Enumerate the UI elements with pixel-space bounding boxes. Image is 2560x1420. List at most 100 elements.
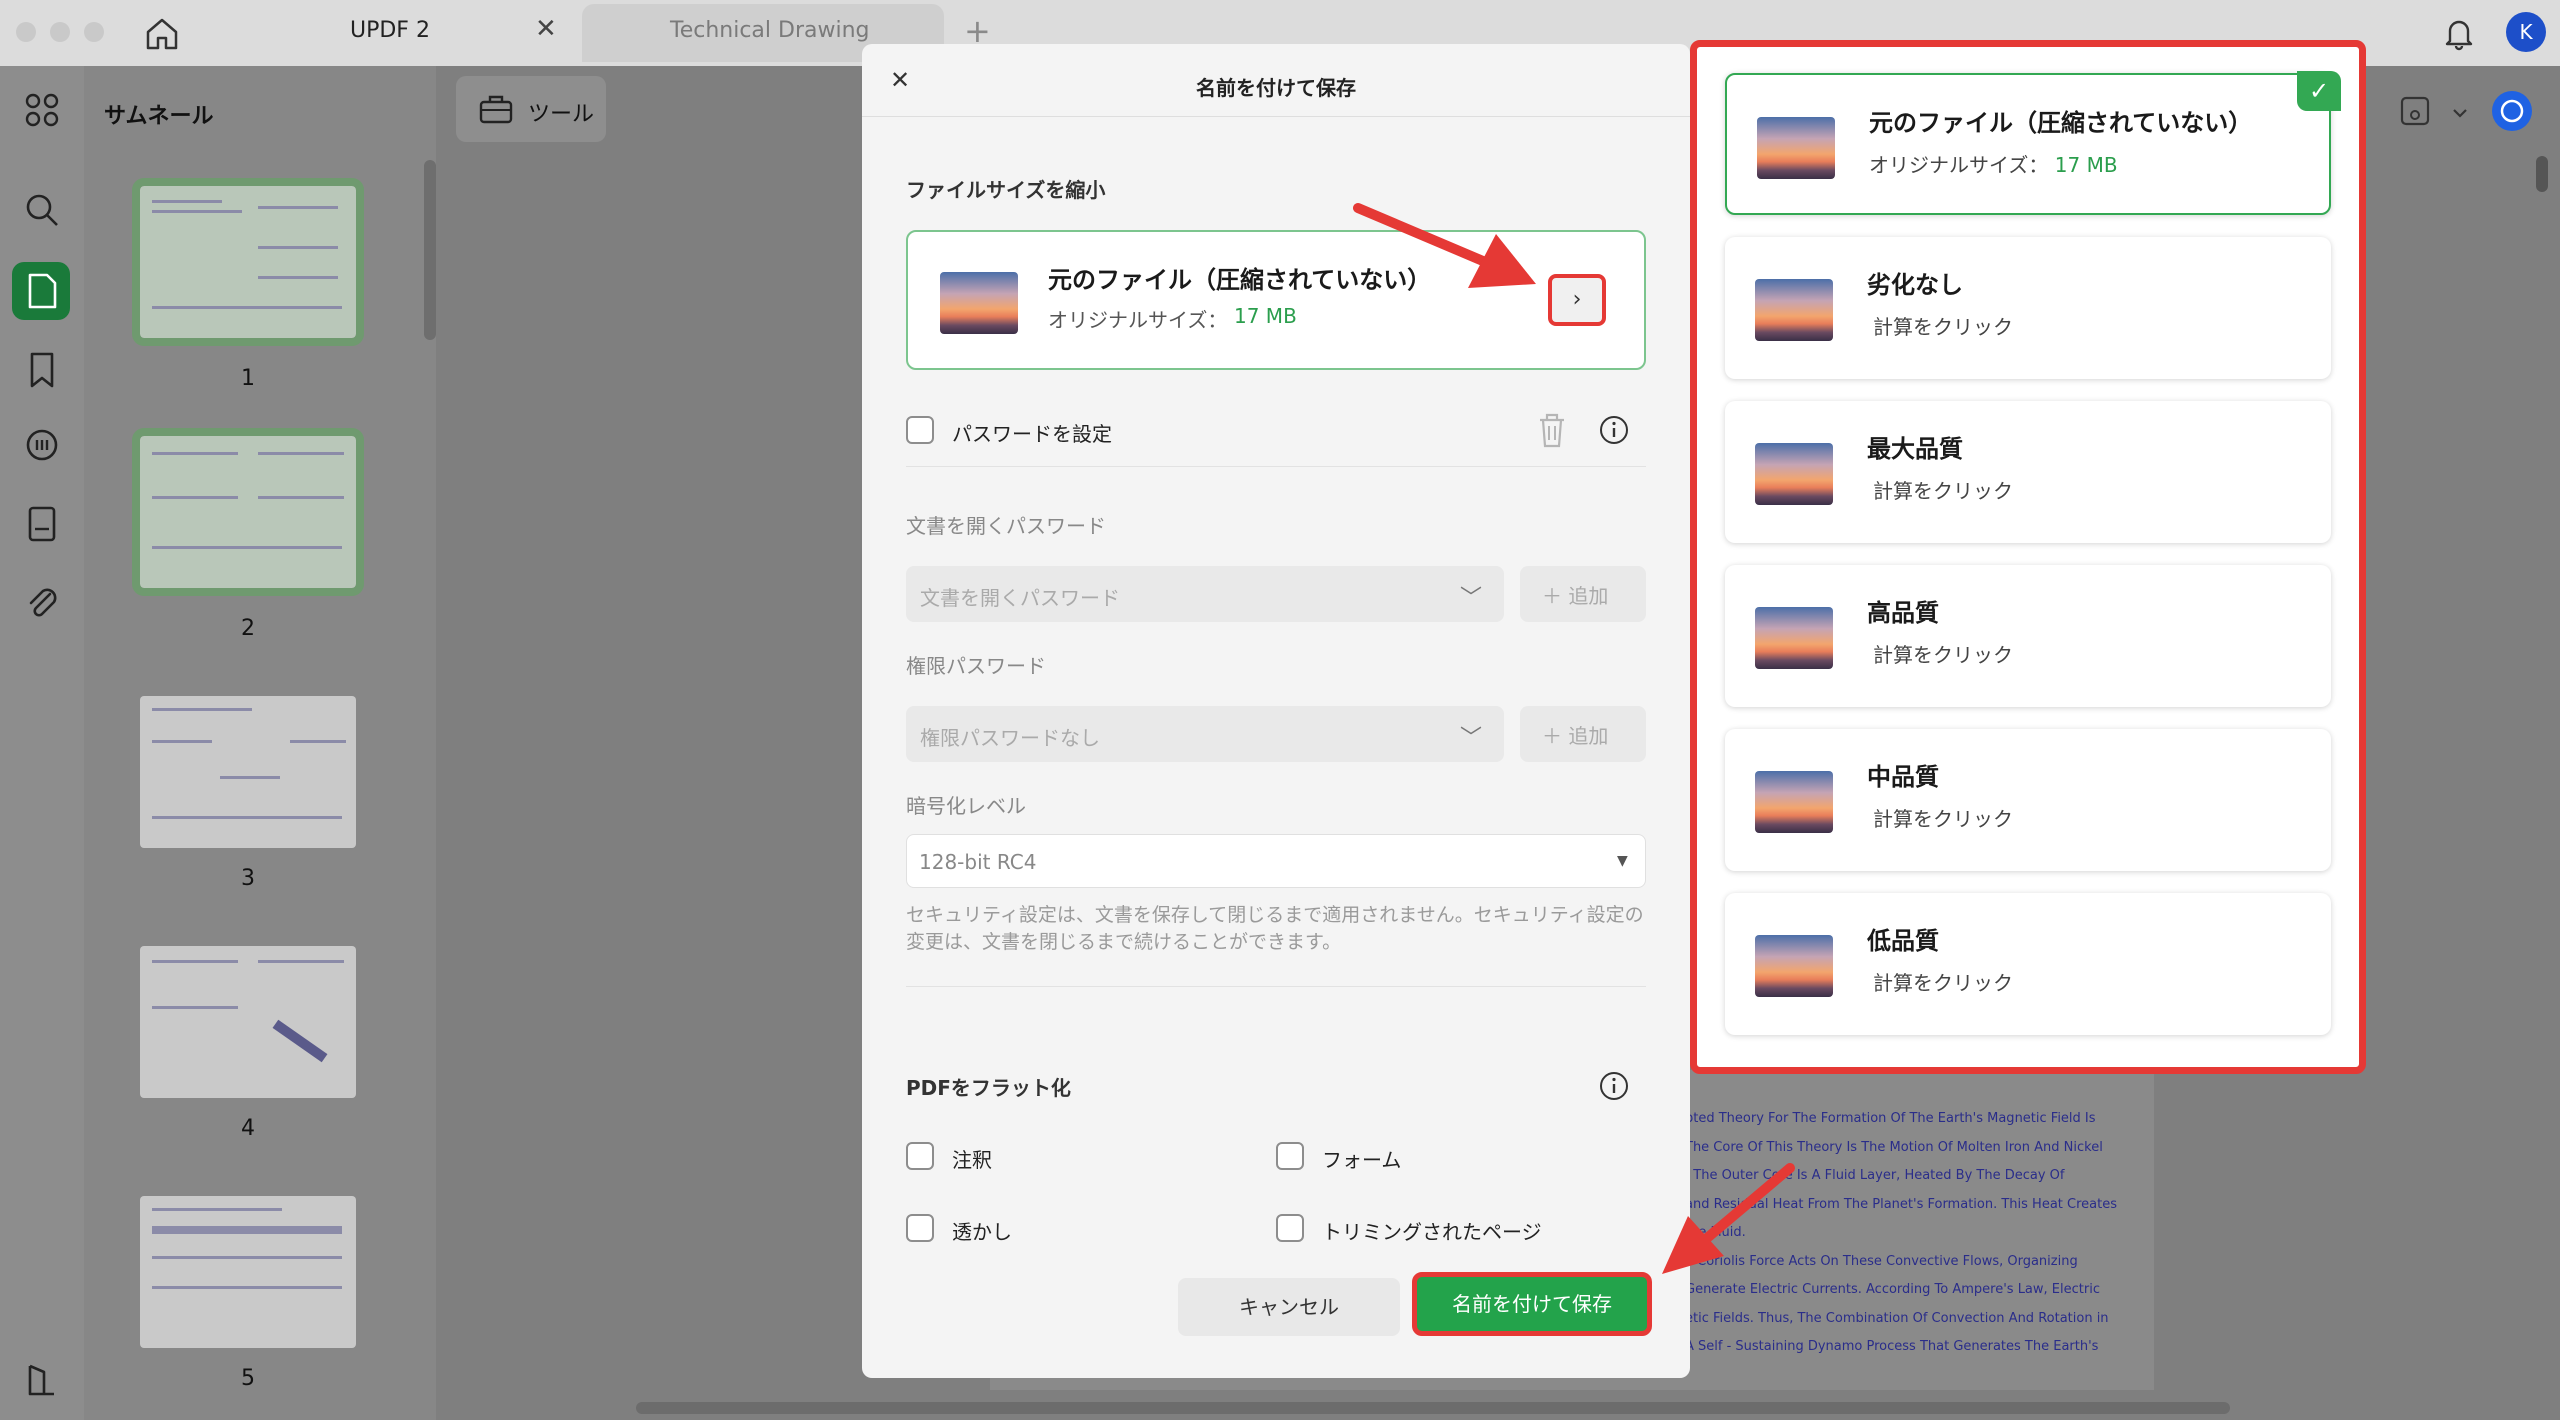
info-icon[interactable] bbox=[1598, 1070, 1630, 1102]
chevron-down-icon bbox=[2453, 109, 2467, 118]
compression-option-maximum[interactable]: 最大品質 計算をクリック bbox=[1725, 401, 2331, 543]
set-password-label: パスワードを設定 bbox=[952, 422, 1112, 446]
bookmark-icon[interactable] bbox=[20, 348, 64, 392]
save-icon[interactable] bbox=[2400, 96, 2430, 126]
compression-option-low[interactable]: 低品質 計算をクリック bbox=[1725, 893, 2331, 1035]
annotation-arrow bbox=[1662, 1163, 1795, 1274]
compression-option-medium[interactable]: 中品質 計算をクリック bbox=[1725, 729, 2331, 871]
page-thumbnail-4[interactable] bbox=[140, 946, 356, 1098]
page-number: 3 bbox=[241, 866, 255, 891]
compression-options-panel: 元のファイル（圧縮されていない） オリジナルサイズ： 17 MB ✓ 劣化なし … bbox=[1690, 40, 2366, 1074]
page-number: 1 bbox=[241, 366, 255, 391]
compression-option-high[interactable]: 高品質 計算をクリック bbox=[1725, 565, 2331, 707]
page-thumbnail-1[interactable] bbox=[132, 178, 364, 346]
flatten-annotations-checkbox[interactable] bbox=[906, 1142, 934, 1170]
attachment-icon[interactable] bbox=[20, 580, 64, 624]
search-icon[interactable] bbox=[20, 188, 64, 232]
chevron-down-icon: ﹀ bbox=[1460, 586, 1483, 611]
size-value: 17 MB bbox=[2054, 153, 2118, 177]
compression-option-lossless[interactable]: 劣化なし 計算をクリック bbox=[1725, 237, 2331, 379]
dialog-title: 名前を付けて保存 bbox=[1196, 76, 1356, 100]
avatar[interactable]: K bbox=[2506, 12, 2546, 52]
page-number: 5 bbox=[241, 1366, 255, 1391]
add-label: ＋ 追加 bbox=[1542, 724, 1609, 748]
permission-password-dropdown[interactable]: 権限パスワードなし ﹀ bbox=[906, 706, 1504, 762]
save-as-button[interactable]: 名前を付けて保存 bbox=[1412, 1272, 1652, 1336]
flatten-label: PDFをフラット化 bbox=[906, 1076, 1071, 1100]
option-subtitle: 計算をクリック bbox=[1873, 971, 2013, 995]
toolbox-icon bbox=[479, 95, 513, 124]
annotation-arrow bbox=[1353, 203, 1536, 288]
add-open-password-button[interactable]: ＋ 追加 bbox=[1520, 566, 1646, 622]
caret-down-icon: ▼ bbox=[1617, 853, 1628, 869]
comment-icon[interactable] bbox=[20, 424, 64, 468]
compression-option-original[interactable]: 元のファイル（圧縮されていない） オリジナルサイズ： 17 MB ✓ bbox=[1725, 71, 2341, 215]
permission-password-label: 権限パスワード bbox=[906, 654, 1046, 678]
permission-password-placeholder: 権限パスワードなし bbox=[920, 726, 1100, 750]
divider bbox=[906, 986, 1646, 987]
open-password-dropdown[interactable]: 文書を開くパスワード ﹀ bbox=[906, 566, 1504, 622]
tab-close-icon[interactable]: ✕ bbox=[535, 14, 557, 44]
preview-thumbnail bbox=[1757, 117, 1835, 179]
preview-thumbnail bbox=[1755, 607, 1833, 669]
trash-icon[interactable] bbox=[1534, 410, 1570, 450]
flatten-forms-checkbox[interactable] bbox=[1276, 1142, 1304, 1170]
text-line: A Self - Sustaining Dynamo Process That … bbox=[1685, 1339, 2099, 1354]
thumbnail-panel-title: サムネール bbox=[104, 104, 214, 129]
grid-icon[interactable] bbox=[20, 88, 64, 132]
layers-icon[interactable] bbox=[20, 1358, 64, 1402]
expand-options-button[interactable]: › bbox=[1548, 274, 1606, 326]
flatten-watermark-checkbox[interactable] bbox=[906, 1214, 934, 1242]
preview-thumbnail bbox=[1755, 771, 1833, 833]
tools-button[interactable]: ツール bbox=[456, 76, 606, 142]
open-password-label: 文書を開くパスワード bbox=[906, 514, 1106, 538]
divider bbox=[906, 466, 1646, 467]
ai-assistant-icon[interactable] bbox=[2492, 91, 2532, 131]
thumbnail-scrollbar[interactable] bbox=[424, 160, 436, 340]
info-icon[interactable] bbox=[1598, 414, 1630, 446]
option-title: 最大品質 bbox=[1867, 435, 1963, 463]
cancel-button[interactable]: キャンセル bbox=[1178, 1278, 1400, 1336]
tab-label: UPDF 2 bbox=[350, 18, 430, 43]
option-subtitle: オリジナルサイズ： 17 MB bbox=[1869, 153, 2118, 177]
preview-thumbnail bbox=[1755, 443, 1833, 505]
open-password-placeholder: 文書を開くパスワード bbox=[920, 586, 1120, 610]
home-icon[interactable] bbox=[142, 14, 182, 54]
divider bbox=[862, 116, 1690, 117]
size-label: オリジナルサイズ： bbox=[1048, 308, 1228, 332]
set-password-checkbox[interactable] bbox=[906, 416, 934, 444]
horizontal-scrollbar[interactable] bbox=[636, 1402, 2230, 1414]
save-as-dialog: ✕ 名前を付けて保存 ファイルサイズを縮小 元のファイル（圧縮されていない） オ… bbox=[862, 44, 1690, 1378]
option-title: 高品質 bbox=[1867, 599, 1939, 627]
text-line: etic Fields. Thus, The Combination Of Co… bbox=[1685, 1310, 2109, 1326]
encryption-level-select[interactable]: 128-bit RC4 ▼ bbox=[906, 834, 1646, 888]
encryption-level-label: 暗号化レベル bbox=[906, 794, 1026, 818]
page-thumbnail-2[interactable] bbox=[132, 428, 364, 596]
tab-updf-2[interactable]: UPDF 2 ✕ bbox=[250, 0, 580, 66]
checkmark-icon: ✓ bbox=[2297, 71, 2341, 111]
page-thumbnail-5[interactable] bbox=[140, 1196, 356, 1348]
flatten-forms-label: フォーム bbox=[1322, 1148, 1402, 1172]
text-line: Generate Electric Currents. According To… bbox=[1685, 1282, 2100, 1297]
bell-icon[interactable] bbox=[2440, 14, 2478, 52]
page-number: 2 bbox=[241, 616, 255, 641]
file-preview-thumbnail bbox=[940, 272, 1018, 334]
text-line: pted Theory For The Formation Of The Ear… bbox=[1685, 1111, 2096, 1126]
option-title: 劣化なし bbox=[1867, 271, 1963, 299]
preview-thumbnail bbox=[1755, 279, 1833, 341]
tools-label: ツール bbox=[528, 102, 595, 127]
option-title: 中品質 bbox=[1867, 763, 1939, 791]
page-thumbnail-3[interactable] bbox=[140, 696, 356, 848]
flatten-watermark-label: 透かし bbox=[952, 1220, 1012, 1244]
zoom-window-button[interactable] bbox=[84, 22, 104, 42]
pages-icon[interactable] bbox=[20, 502, 64, 546]
flatten-cropped-checkbox[interactable] bbox=[1276, 1214, 1304, 1242]
minimize-window-button[interactable] bbox=[50, 22, 70, 42]
thumbnails-icon[interactable] bbox=[20, 269, 64, 313]
flatten-cropped-label: トリミングされたページ bbox=[1322, 1220, 1542, 1244]
option-title: 元のファイル（圧縮されていない） bbox=[1869, 109, 2253, 137]
close-window-button[interactable] bbox=[16, 22, 36, 42]
add-permission-password-button[interactable]: ＋ 追加 bbox=[1520, 706, 1646, 762]
option-title: 低品質 bbox=[1867, 927, 1939, 955]
vertical-scrollbar[interactable] bbox=[2536, 156, 2548, 192]
